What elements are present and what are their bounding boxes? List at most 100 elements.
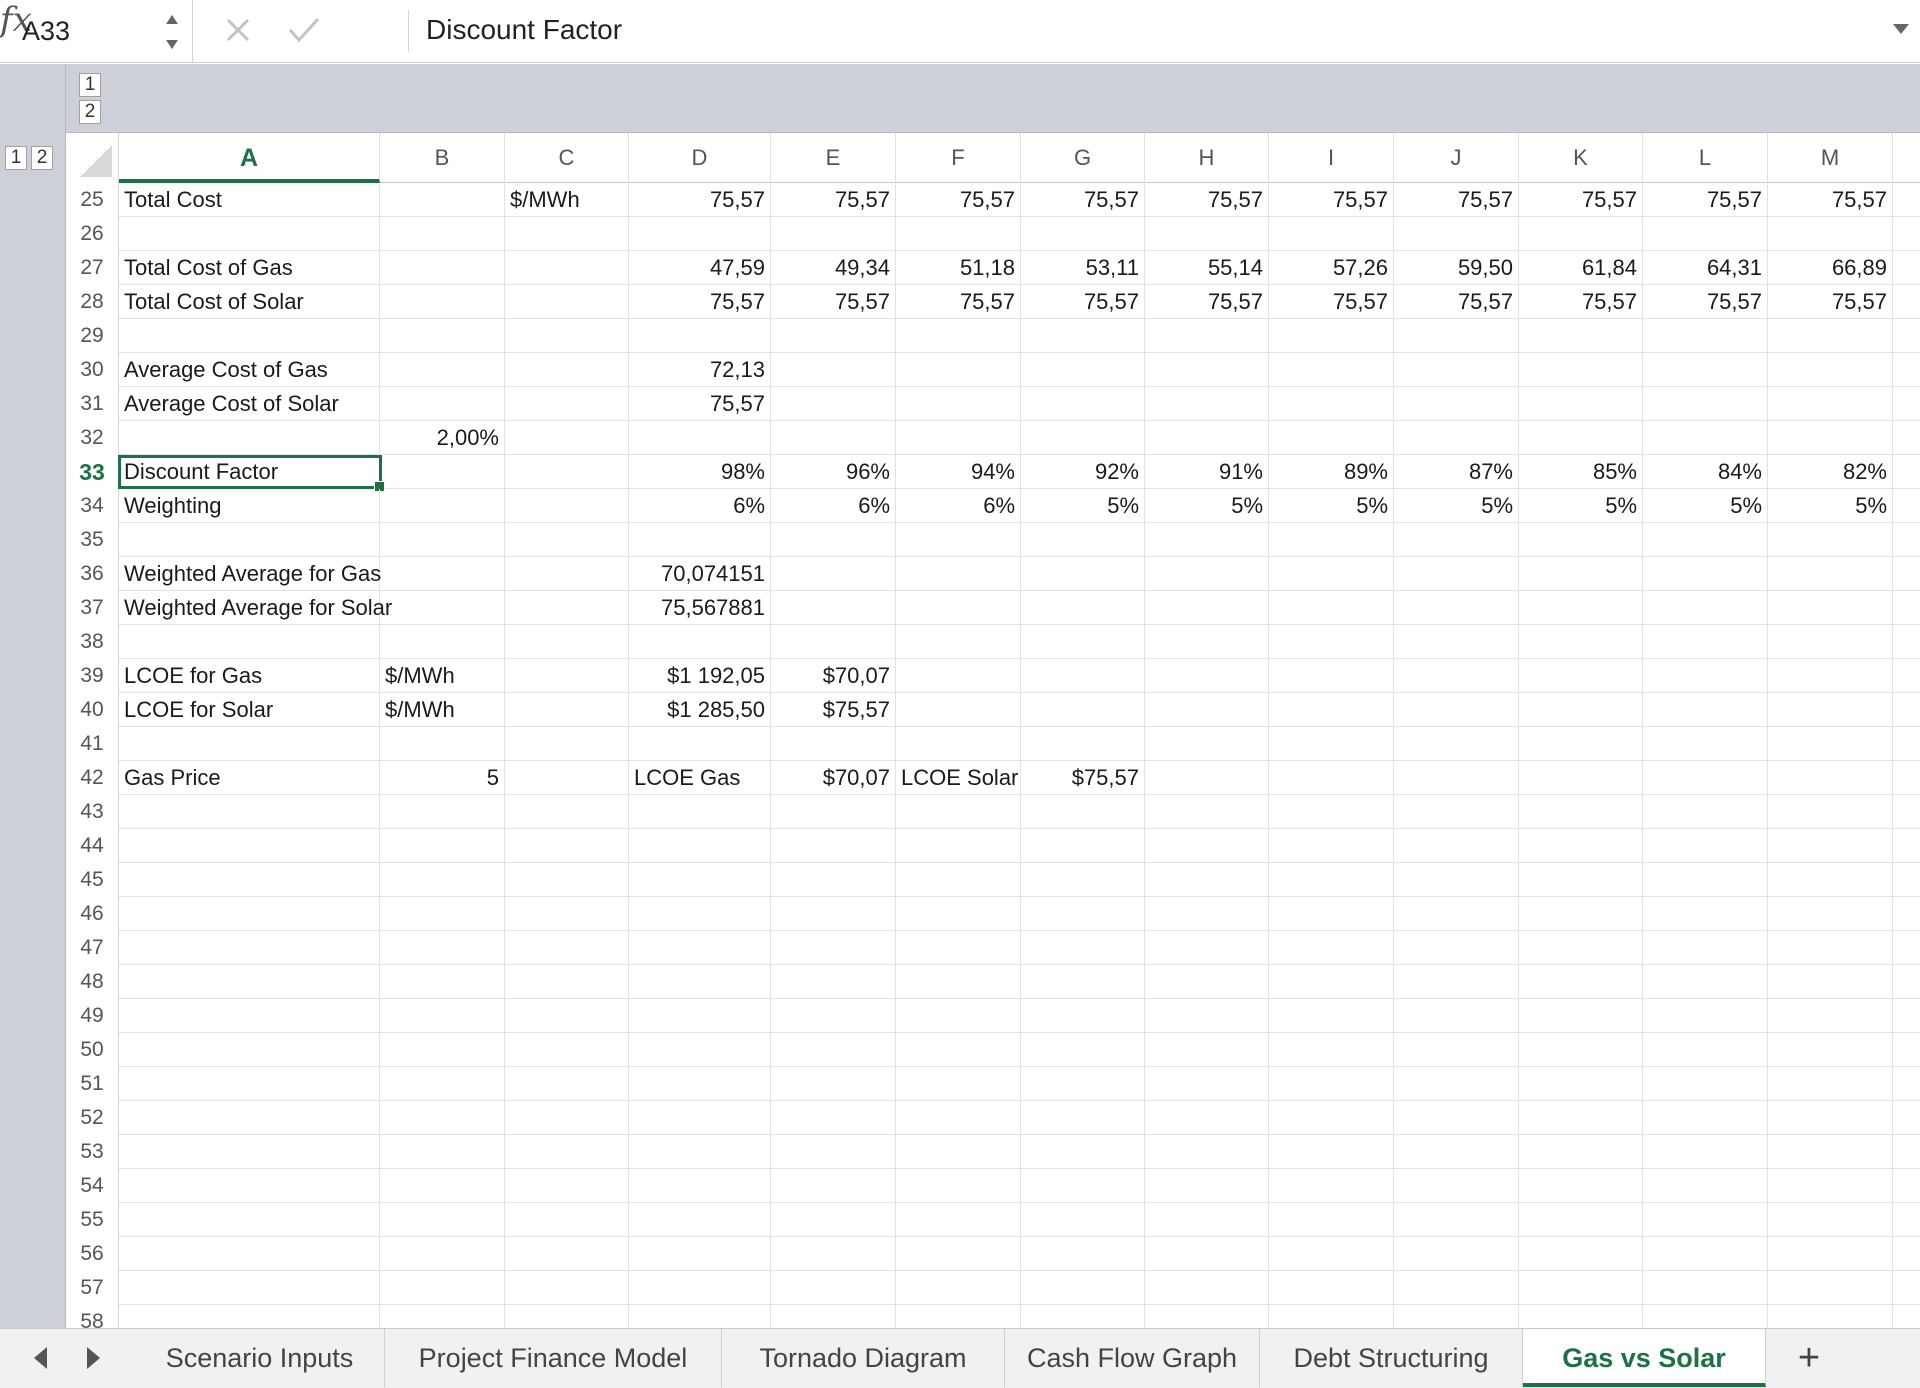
cell-d27[interactable]: 47,59	[629, 251, 771, 284]
cell-k55[interactable]	[1519, 1203, 1643, 1236]
row-header[interactable]: 43	[66, 795, 119, 829]
cell-e33[interactable]: 96%	[771, 455, 896, 488]
cell-j55[interactable]	[1394, 1203, 1519, 1236]
cell-g37[interactable]	[1021, 591, 1145, 624]
column-header-k[interactable]: K	[1519, 133, 1643, 183]
cell-k32[interactable]	[1519, 421, 1643, 454]
cell-c33[interactable]	[505, 455, 629, 488]
cell-f51[interactable]	[896, 1067, 1021, 1100]
cell-l42[interactable]	[1643, 761, 1768, 794]
cell-g46[interactable]	[1021, 897, 1145, 930]
row-header[interactable]: 42	[66, 761, 119, 795]
cell-d51[interactable]	[629, 1067, 771, 1100]
sheet-tab-scenario-inputs[interactable]: Scenario Inputs	[135, 1329, 385, 1387]
cell-h52[interactable]	[1145, 1101, 1269, 1134]
cell-a36[interactable]: Weighted Average for Gas	[119, 557, 381, 590]
cell-k42[interactable]	[1519, 761, 1643, 794]
cell-b35[interactable]	[380, 523, 505, 556]
cell-j58[interactable]	[1394, 1305, 1519, 1328]
cell-d44[interactable]	[629, 829, 771, 862]
cell-m28[interactable]: 75,57	[1768, 285, 1893, 318]
cell-k57[interactable]	[1519, 1271, 1643, 1304]
cell-k33[interactable]: 85%	[1519, 455, 1643, 488]
cell-h54[interactable]	[1145, 1169, 1269, 1202]
cell-l57[interactable]	[1643, 1271, 1768, 1304]
cell-j45[interactable]	[1394, 863, 1519, 896]
cell-d46[interactable]	[629, 897, 771, 930]
row-header[interactable]: 46	[66, 897, 119, 931]
cell-f31[interactable]	[896, 387, 1021, 420]
row-outline-level-2-button[interactable]: 2	[31, 146, 53, 170]
cell-i35[interactable]	[1269, 523, 1394, 556]
cell-k51[interactable]	[1519, 1067, 1643, 1100]
cell-h46[interactable]	[1145, 897, 1269, 930]
cell-f39[interactable]	[896, 659, 1021, 692]
cell-l30[interactable]	[1643, 353, 1768, 386]
cell-f27[interactable]: 51,18	[896, 251, 1021, 284]
cell-m35[interactable]	[1768, 523, 1893, 556]
cell-k40[interactable]	[1519, 693, 1643, 726]
cell-m49[interactable]	[1768, 999, 1893, 1032]
cell-a57[interactable]	[119, 1271, 380, 1304]
row-header[interactable]: 27	[66, 251, 119, 285]
column-header-j[interactable]: J	[1394, 133, 1519, 183]
cell-g41[interactable]	[1021, 727, 1145, 760]
cell-f45[interactable]	[896, 863, 1021, 896]
cell-e48[interactable]	[771, 965, 896, 998]
cell-e38[interactable]	[771, 625, 896, 658]
cell-a48[interactable]	[119, 965, 380, 998]
cell-b31[interactable]	[380, 387, 505, 420]
cell-m45[interactable]	[1768, 863, 1893, 896]
cell-d48[interactable]	[629, 965, 771, 998]
cell-j42[interactable]	[1394, 761, 1519, 794]
cell-c38[interactable]	[505, 625, 629, 658]
cell-a37[interactable]: Weighted Average for Solar	[119, 591, 392, 624]
cell-f53[interactable]	[896, 1135, 1021, 1168]
cell-f48[interactable]	[896, 965, 1021, 998]
cell-b26[interactable]	[380, 217, 505, 250]
cell-h56[interactable]	[1145, 1237, 1269, 1270]
cell-f32[interactable]	[896, 421, 1021, 454]
cell-i42[interactable]	[1269, 761, 1394, 794]
cell-c58[interactable]	[505, 1305, 629, 1328]
column-header-a[interactable]: A	[119, 133, 380, 183]
cell-b46[interactable]	[380, 897, 505, 930]
cell-l56[interactable]	[1643, 1237, 1768, 1270]
cell-e34[interactable]: 6%	[771, 489, 896, 522]
cell-m39[interactable]	[1768, 659, 1893, 692]
cell-f58[interactable]	[896, 1305, 1021, 1328]
cell-k43[interactable]	[1519, 795, 1643, 828]
cell-h47[interactable]	[1145, 931, 1269, 964]
cell-l32[interactable]	[1643, 421, 1768, 454]
cell-l58[interactable]	[1643, 1305, 1768, 1328]
cell-f26[interactable]	[896, 217, 1021, 250]
cell-m29[interactable]	[1768, 319, 1893, 352]
cell-f54[interactable]	[896, 1169, 1021, 1202]
cell-e28[interactable]: 75,57	[771, 285, 896, 318]
cell-g38[interactable]	[1021, 625, 1145, 658]
cell-e53[interactable]	[771, 1135, 896, 1168]
cell-j47[interactable]	[1394, 931, 1519, 964]
cell-i34[interactable]: 5%	[1269, 489, 1394, 522]
cell-e56[interactable]	[771, 1237, 896, 1270]
row-header[interactable]: 45	[66, 863, 119, 897]
cell-a45[interactable]	[119, 863, 380, 896]
cell-e36[interactable]	[771, 557, 896, 590]
cell-i41[interactable]	[1269, 727, 1394, 760]
cell-m42[interactable]	[1768, 761, 1893, 794]
cell-f33[interactable]: 94%	[896, 455, 1021, 488]
cell-d47[interactable]	[629, 931, 771, 964]
cell-a25[interactable]: Total Cost	[119, 183, 380, 216]
cell-h28[interactable]: 75,57	[1145, 285, 1269, 318]
cell-c45[interactable]	[505, 863, 629, 896]
cell-m33[interactable]: 82%	[1768, 455, 1893, 488]
cell-b47[interactable]	[380, 931, 505, 964]
cell-a46[interactable]	[119, 897, 380, 930]
cell-d43[interactable]	[629, 795, 771, 828]
row-header[interactable]: 39	[66, 659, 119, 693]
column-header-e[interactable]: E	[771, 133, 896, 183]
cell-m26[interactable]	[1768, 217, 1893, 250]
cell-l37[interactable]	[1643, 591, 1768, 624]
column-header-d[interactable]: D	[629, 133, 771, 183]
cell-d42[interactable]: LCOE Gas	[629, 761, 771, 794]
